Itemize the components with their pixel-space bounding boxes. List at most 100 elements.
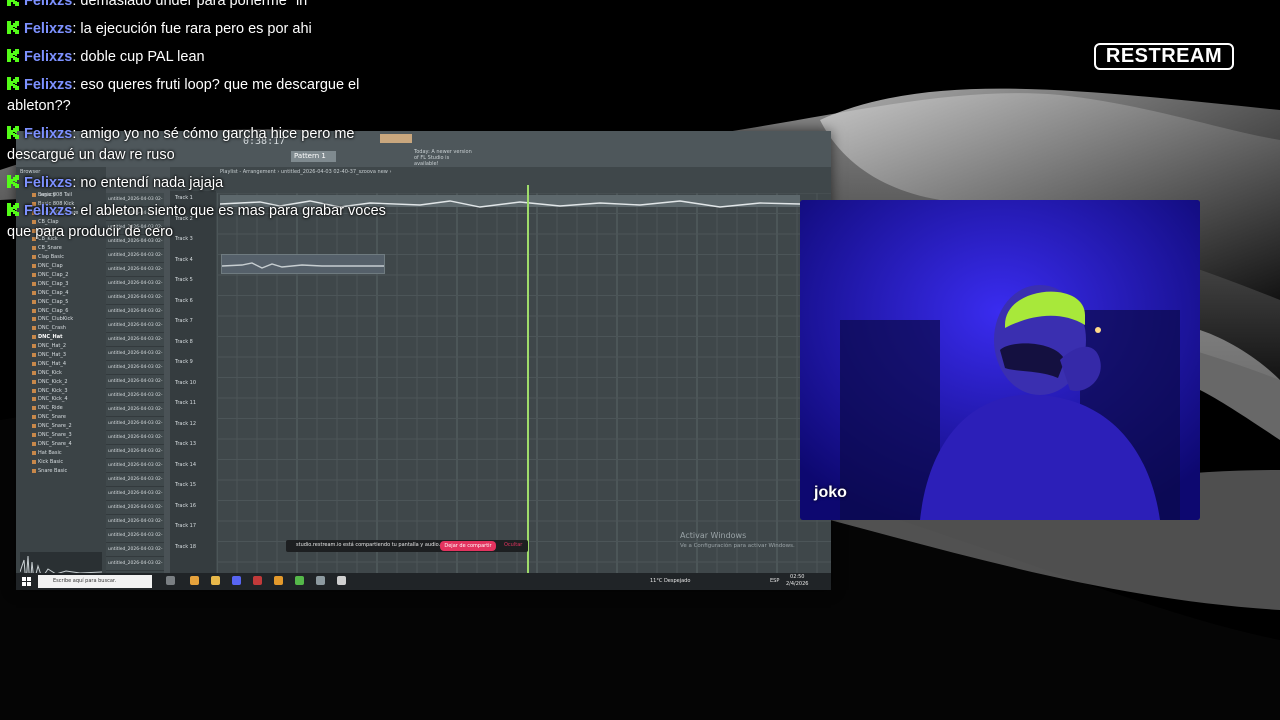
browser-item[interactable]: DNC_Crash (32, 324, 78, 333)
clip-source-item[interactable]: untitled_2026-04-03 02- (106, 543, 164, 557)
clip-source-item[interactable]: untitled_2026-04-03 02- (106, 473, 164, 487)
stop-sharing-button[interactable]: Dejar de compartir (440, 541, 496, 551)
browser-item[interactable]: Clap Basic (32, 253, 78, 262)
clip-source-item[interactable]: untitled_2026-04-03 02- (106, 501, 164, 515)
track-label[interactable]: Track 12 (175, 421, 196, 427)
browser-item[interactable]: DNC_Snare_4 (32, 440, 78, 449)
browser-item[interactable]: CB_Snare (32, 244, 78, 253)
steam-icon[interactable] (316, 576, 325, 585)
browser-item[interactable]: DNC_Clap_2 (32, 271, 78, 280)
track-label[interactable]: Track 5 (175, 277, 193, 283)
browser-item[interactable]: DNC_Clap (32, 262, 78, 271)
browser-item[interactable]: Hat Basic (32, 449, 78, 458)
browser-item[interactable]: DNC_Hat (32, 333, 78, 342)
taskbar-weather[interactable]: 11°C Despejado (650, 578, 690, 584)
track-label[interactable]: Track 13 (175, 441, 196, 447)
clip-source-item[interactable]: untitled_2026-04-03 02- (106, 515, 164, 529)
task-view-icon[interactable] (166, 576, 175, 585)
audio-clip-track-4[interactable] (221, 254, 385, 274)
browser-item[interactable]: DNC_Hat_4 (32, 360, 78, 369)
track-label[interactable]: Track 15 (175, 482, 196, 488)
fl-studio-icon[interactable] (274, 576, 283, 585)
browser-item[interactable]: DNC_Snare_3 (32, 431, 78, 440)
windows-start-icon[interactable] (22, 577, 31, 586)
clip-source-item[interactable]: untitled_2026-04-03 02- (106, 487, 164, 501)
track-label[interactable]: Track 14 (175, 462, 196, 468)
clip-source-item[interactable]: untitled_2026-04-03 02- (106, 333, 164, 347)
track-header-column: Track 1 Track 2 Track 3 Track 4 Track 5 Track… (170, 191, 216, 573)
clip-source-item[interactable]: untitled_2026-04-03 02- (106, 557, 164, 571)
browser-item[interactable]: DNC_Kick (32, 369, 78, 378)
track-label[interactable]: Track 4 (175, 257, 193, 263)
clip-source-item[interactable]: untitled_2026-04-03 02- (106, 263, 164, 277)
track-label[interactable]: Track 9 (175, 359, 193, 365)
taskbar-clock[interactable]: 02:50 2/4/2026 (786, 574, 808, 588)
chat-username[interactable]: Felixzs (24, 0, 72, 9)
browser-item[interactable]: DNC_Ride (32, 404, 78, 413)
clip-source-item[interactable]: untitled_2026-04-03 02- (106, 389, 164, 403)
taskbar-language[interactable]: ESP (770, 578, 779, 584)
clip-source-item[interactable]: untitled_2026-04-03 02- (106, 347, 164, 361)
clip-source-item[interactable]: untitled_2026-04-03 02- (106, 249, 164, 263)
clip-source-item[interactable]: untitled_2026-04-03 02- (106, 375, 164, 389)
clip-source-item[interactable]: untitled_2026-04-03 02- (106, 319, 164, 333)
track-label[interactable]: Track 7 (175, 318, 193, 324)
browser-item[interactable]: DNC_Kick_3 (32, 387, 78, 396)
clip-source-item[interactable]: untitled_2026-04-03 02- (106, 403, 164, 417)
browser-item[interactable]: DNC_Hat_3 (32, 351, 78, 360)
clip-source-item[interactable]: untitled_2026-04-03 02- (106, 417, 164, 431)
browser-item[interactable]: DNC_Clap_4 (32, 289, 78, 298)
track-label[interactable]: Track 17 (175, 523, 196, 529)
chat-username[interactable]: Felixzs (24, 21, 72, 37)
chat-username[interactable]: Felixzs (24, 203, 72, 219)
browser-item[interactable]: DNC_ClubKick (32, 315, 78, 324)
browser-item[interactable]: DNC_Snare (32, 413, 78, 422)
app-icon[interactable] (337, 576, 346, 585)
clip-source-item[interactable]: untitled_2026-04-03 02- (106, 445, 164, 459)
chat-username[interactable]: Felixzs (24, 175, 72, 191)
discord-icon[interactable] (232, 576, 241, 585)
kick-icon (7, 21, 19, 34)
chat-message: Felixzs: el ableton siento que es mas pa… (7, 203, 386, 240)
clip-source-item[interactable]: untitled_2026-04-03 02- (106, 291, 164, 305)
chat-text: no entendí nada jajaja (80, 175, 224, 191)
file-explorer-icon[interactable] (211, 576, 220, 585)
playhead-marker[interactable] (527, 185, 529, 573)
browser-item[interactable]: DNC_Clap_6 (32, 307, 78, 316)
browser-item[interactable]: DNC_Kick_2 (32, 378, 78, 387)
chat-username[interactable]: Felixzs (24, 126, 72, 142)
browser-item[interactable]: DNC_Hat_2 (32, 342, 78, 351)
webcam-feed: joko (800, 200, 1200, 520)
browser-item[interactable]: DNC_Clap_5 (32, 298, 78, 307)
track-label[interactable]: Track 8 (175, 339, 193, 345)
clip-source-item[interactable]: untitled_2026-04-03 02- (106, 361, 164, 375)
browser-item[interactable]: Kick Basic (32, 458, 78, 467)
chat-username[interactable]: Felixzs (24, 49, 72, 65)
hide-notice-button[interactable]: Ocultar (504, 542, 522, 548)
kick-icon (7, 175, 19, 188)
clip-source-item[interactable]: untitled_2026-04-03 02- (106, 305, 164, 319)
track-label[interactable]: Track 6 (175, 298, 193, 304)
browser-item[interactable]: DNC_Clap_3 (32, 280, 78, 289)
browser-item[interactable]: DNC_Snare_2 (32, 422, 78, 431)
track-label[interactable]: Track 18 (175, 544, 196, 550)
app-icon[interactable] (295, 576, 304, 585)
track-label[interactable]: Track 11 (175, 400, 196, 406)
opera-icon[interactable] (253, 576, 262, 585)
kick-icon (7, 203, 19, 216)
track-label[interactable]: Track 16 (175, 503, 196, 509)
chat-text: doble cup PAL lean (80, 49, 205, 65)
clip-source-item[interactable]: untitled_2026-04-03 02- (106, 277, 164, 291)
browser-item[interactable]: DNC_Kick_4 (32, 395, 78, 404)
taskbar-search-input[interactable]: Escribe aquí para buscar. (38, 575, 152, 588)
chat-username[interactable]: Felixzs (24, 77, 72, 93)
activate-windows-subtitle: Ve a Configuración para activar Windows. (680, 543, 795, 549)
browser-item[interactable]: Snare Basic (32, 467, 78, 476)
playlist-grid[interactable] (217, 193, 831, 573)
clip-source-item[interactable]: untitled_2026-04-03 02- (106, 459, 164, 473)
webcam-name-label: joko (814, 484, 847, 501)
clip-source-item[interactable]: untitled_2026-04-03 02- (106, 431, 164, 445)
clip-source-item[interactable]: untitled_2026-04-03 02- (106, 529, 164, 543)
chrome-icon[interactable] (190, 576, 199, 585)
track-label[interactable]: Track 10 (175, 380, 196, 386)
